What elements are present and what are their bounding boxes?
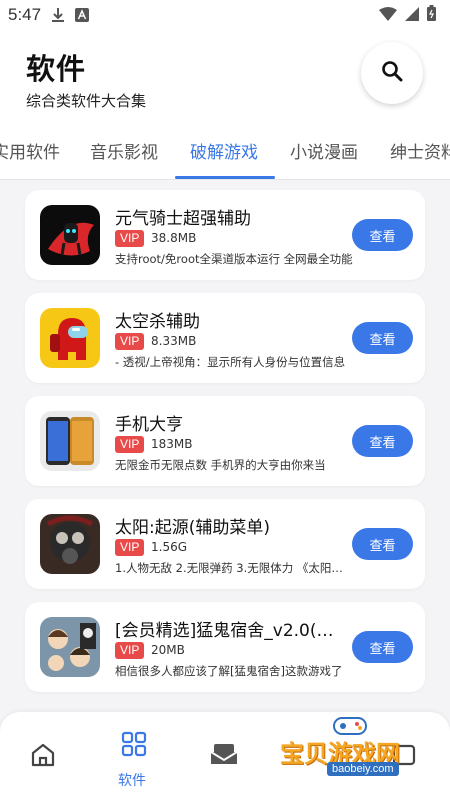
nav-messages[interactable] xyxy=(210,742,238,770)
nav-software-label: 软件 xyxy=(118,773,146,789)
home-icon xyxy=(30,743,56,772)
apps-grid-icon xyxy=(120,731,148,762)
category-tabs: 实用软件 音乐影视 破解游戏 小说漫画 绅士资料 xyxy=(0,122,450,180)
soul-knight-icon xyxy=(40,205,100,265)
app-name: 元气骑士超强辅助 xyxy=(115,209,251,229)
app-card[interactable]: 手机大亨 VIP 183MB 无限金币无限点数 手机界的大亨由你来当 查看 xyxy=(25,396,425,486)
status-right xyxy=(379,5,436,25)
view-button[interactable]: 查看 xyxy=(352,528,413,560)
gas-mask-icon xyxy=(40,514,100,574)
download-icon xyxy=(51,7,65,23)
battery-icon xyxy=(427,5,436,25)
phone-tycoon-icon xyxy=(40,411,100,471)
app-size: 20MB xyxy=(151,643,185,657)
app-card[interactable]: 元气骑士超强辅助 VIP 38.8MB 支持root/免root全渠道版本运行 … xyxy=(25,190,425,280)
vip-badge: VIP xyxy=(115,230,145,247)
nav-software[interactable] xyxy=(120,730,148,762)
watermark-url: baobeiy.com xyxy=(327,762,399,776)
status-bar: 5:47 xyxy=(0,0,450,30)
search-icon xyxy=(380,59,404,87)
among-us-icon xyxy=(40,308,100,368)
haunted-dorm-icon xyxy=(40,617,100,677)
app-name: [会员精选]猛鬼宿舍_v2.0(… xyxy=(115,621,334,641)
tab-cracked-games[interactable]: 破解游戏 xyxy=(190,138,258,163)
app-description: 无限金币无限点数 手机界的大亨由你来当 xyxy=(115,458,326,472)
tab-active-indicator xyxy=(175,176,275,179)
app-name: 手机大亨 xyxy=(115,415,183,435)
vip-badge: VIP xyxy=(115,333,145,350)
app-name: 太阳:起源(辅助菜单) xyxy=(115,518,270,538)
signal-icon xyxy=(405,6,419,25)
mail-icon xyxy=(210,744,238,770)
vip-badge: VIP xyxy=(115,539,145,556)
vip-badge: VIP xyxy=(115,642,145,659)
view-button[interactable]: 查看 xyxy=(352,322,413,354)
watermark: 宝贝游戏网 baobeiy.com xyxy=(275,712,445,782)
page-title: 软件 xyxy=(26,52,87,86)
view-button[interactable]: 查看 xyxy=(352,425,413,457)
app-card[interactable]: 太阳:起源(辅助菜单) VIP 1.56G 1.人物无敌 2.无限弹药 3.无限… xyxy=(25,499,425,589)
a-icon xyxy=(75,8,90,22)
wifi-icon xyxy=(379,6,397,25)
app-description: 相信很多人都应该了解[猛鬼宿舍]这款游戏了 xyxy=(115,664,343,678)
app-size: 38.8MB xyxy=(151,231,197,245)
app-card[interactable]: [会员精选]猛鬼宿舍_v2.0(… VIP 20MB 相信很多人都应该了解[猛鬼… xyxy=(25,602,425,692)
app-card[interactable]: 太空杀辅助 VIP 8.33MB - 透视/上帝视角：显示所有人身份与位置信息 … xyxy=(25,293,425,383)
app-description: 支持root/免root全渠道版本运行 全网最全功能 xyxy=(115,252,353,266)
status-time: 5:47 xyxy=(8,5,42,24)
view-button[interactable]: 查看 xyxy=(352,631,413,663)
tab-gentleman[interactable]: 绅士资料 xyxy=(390,138,450,163)
app-description: - 透视/上帝视角：显示所有人身份与位置信息 xyxy=(115,355,346,369)
tab-novels-comics[interactable]: 小说漫画 xyxy=(290,138,358,163)
tab-music-video[interactable]: 音乐影视 xyxy=(90,138,158,163)
nav-home[interactable] xyxy=(30,742,56,772)
page-subtitle: 综合类软件大合集 xyxy=(26,92,147,110)
app-size: 183MB xyxy=(151,437,193,451)
tab-utility[interactable]: 实用软件 xyxy=(0,138,60,163)
app-size: 1.56G xyxy=(151,540,188,554)
view-button[interactable]: 查看 xyxy=(352,219,413,251)
vip-badge: VIP xyxy=(115,436,145,453)
app-description: 1.人物无敌 2.无限弹药 3.无限体力 《太阳：起源》 xyxy=(115,561,353,575)
app-size: 8.33MB xyxy=(151,334,197,348)
search-button[interactable] xyxy=(361,42,423,104)
page-header: 软件 综合类软件大合集 xyxy=(0,30,450,122)
app-name: 太空杀辅助 xyxy=(115,312,200,332)
